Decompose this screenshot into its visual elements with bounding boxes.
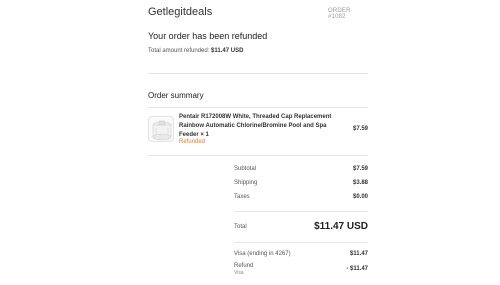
product-thumbnail xyxy=(148,116,174,142)
items-divider xyxy=(148,155,368,156)
taxes-row: Taxes $0.00 xyxy=(234,194,368,203)
taxes-label: Taxes xyxy=(234,194,250,200)
payment-row: Visa (ending in 4267) $11.47 xyxy=(234,251,368,260)
order-summary-heading: Order summary xyxy=(148,91,204,100)
order-number: ORDER #1082 xyxy=(328,8,351,20)
subtotal-label: Subtotal xyxy=(234,166,257,172)
refund-method-label: Visa xyxy=(234,270,244,276)
payments-divider xyxy=(234,242,368,243)
email-header: Getlegitdeals ORDER #1082 xyxy=(148,6,368,22)
chlorinator-image xyxy=(152,120,172,141)
refund-amount-label: Total amount refunded: xyxy=(148,48,210,54)
payment-method-label: Visa (ending in 4267) xyxy=(234,251,291,257)
totals-divider xyxy=(234,211,368,212)
summary-divider xyxy=(148,107,368,108)
subtotal-row: Subtotal $7.59 xyxy=(234,166,368,175)
total-value: $11.47 USD xyxy=(314,221,368,232)
product-price: $7.59 xyxy=(352,126,368,132)
order-status-page: Getlegitdeals ORDER #1082 Your order has… xyxy=(0,0,500,285)
product-title: Pentair R172008W White, Threaded Cap Rep… xyxy=(179,114,332,138)
shipping-label: Shipping xyxy=(234,180,258,186)
taxes-value: $0.00 xyxy=(352,194,368,200)
shipping-row: Shipping $3.88 xyxy=(234,180,368,189)
shop-name[interactable]: Getlegitdeals xyxy=(148,6,212,18)
refund-amount: - $11.47 xyxy=(346,266,368,272)
refund-status-label: Refunded xyxy=(179,139,206,145)
refund-amount-value: $11.47 USD xyxy=(211,48,244,54)
refund-label: Refund xyxy=(234,263,254,269)
section-divider xyxy=(148,73,368,74)
total-label: Total xyxy=(234,224,247,230)
refund-amount-line: Total amount refunded: $11.47 USD xyxy=(148,48,243,54)
refund-heading: Your order has been refunded xyxy=(148,31,268,41)
refund-row: Refund Visa - $11.47 xyxy=(234,263,368,279)
shipping-value: $3.88 xyxy=(352,180,368,186)
total-row: Total $11.47 USD xyxy=(234,221,368,235)
payment-amount: $11.47 xyxy=(349,251,368,257)
subtotal-value: $7.59 xyxy=(352,166,368,172)
